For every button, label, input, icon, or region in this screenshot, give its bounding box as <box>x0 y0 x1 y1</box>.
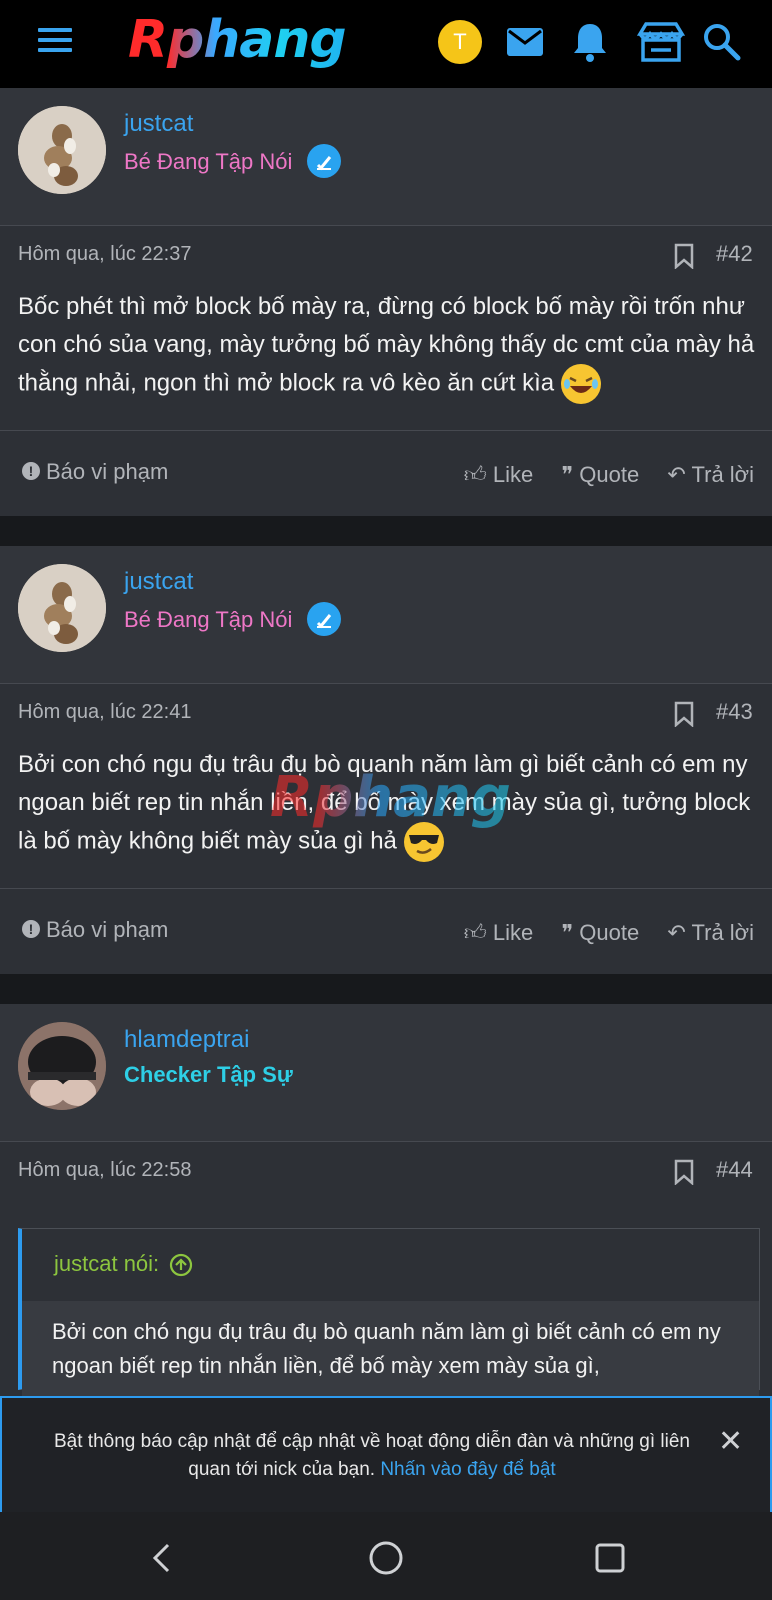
quote-body: Bởi con chó ngu đụ trâu đụ bò quanh năm … <box>22 1301 759 1401</box>
site-logo[interactable]: Rphang <box>128 10 347 70</box>
top-bar: Rphang T <box>0 0 772 88</box>
search-icon[interactable] <box>700 20 744 64</box>
like-button[interactable]: 👍︎ Like <box>464 462 533 487</box>
report-label: Báo vi phạm <box>46 917 169 942</box>
post-timestamp[interactable]: Hôm qua, lúc 22:41 <box>18 701 191 724</box>
user-title-text: Bé Đang Tập Nói <box>124 148 293 174</box>
username-link[interactable]: justcat <box>124 568 193 596</box>
post-card: justcat Bé Đang Tập Nói Hôm qua, lúc 22:… <box>0 546 772 974</box>
system-nav-bar <box>0 1512 772 1600</box>
avatar[interactable] <box>18 106 106 194</box>
user-title: Checker Tập Sự <box>124 1062 293 1087</box>
user-title-text: Bé Đang Tập Nói <box>124 606 293 632</box>
post-content: Bởi con chó ngu đụ trâu đụ bò quanh năm … <box>18 746 758 862</box>
store-icon[interactable] <box>636 20 686 64</box>
enable-notifications-link[interactable]: Nhấn vào đây để bật <box>380 1459 555 1480</box>
post-text: Bốc phét thì mở block bố mày ra, đừng có… <box>18 293 755 397</box>
menu-icon[interactable] <box>38 28 72 58</box>
post-author-row: hlamdeptrai Checker Tập Sự <box>0 1004 772 1142</box>
report-button[interactable]: ! Báo vi phạm <box>22 917 168 943</box>
reply-button[interactable]: ↶ Trả lời <box>667 920 754 945</box>
quote-label: Quote <box>579 462 640 487</box>
quote-icon: ❞ <box>561 462 574 487</box>
report-button[interactable]: ! Báo vi phạm <box>22 459 168 485</box>
post-content: Bốc phét thì mở block bố mày ra, đừng có… <box>18 288 758 404</box>
alert-icon: ! <box>22 462 40 481</box>
bookmark-icon[interactable] <box>673 1159 695 1185</box>
post-actions: 👍︎ Like ❞ Quote ↶ Trả lời <box>442 919 754 946</box>
report-label: Báo vi phạm <box>46 459 169 484</box>
close-icon[interactable]: ✕ <box>718 1424 743 1459</box>
reply-button[interactable]: ↶ Trả lời <box>667 462 754 487</box>
thumbs-up-icon: 👍︎ <box>463 462 487 487</box>
post-number[interactable]: #42 <box>716 241 753 267</box>
bell-icon[interactable] <box>568 20 612 64</box>
quote-button[interactable]: ❞ Quote <box>561 462 639 487</box>
post-actions: 👍︎ Like ❞ Quote ↶ Trả lời <box>442 461 754 488</box>
recents-icon[interactable] <box>594 1542 626 1574</box>
notice-message: Bật thông báo cập nhật để cập nhật về ho… <box>32 1428 712 1484</box>
reply-icon: ↶ <box>667 920 686 945</box>
post-author-row: justcat Bé Đang Tập Nói <box>0 546 772 684</box>
thumbs-up-icon: 👍︎ <box>463 920 487 945</box>
like-label: Like <box>492 462 534 487</box>
bookmark-icon[interactable] <box>673 701 695 727</box>
post-footer: ! Báo vi phạm 👍︎ Like ❞ Quote ↶ Trả lời <box>0 888 772 977</box>
quote-block: justcat nói: Bởi con chó ngu đụ trâu đụ … <box>18 1228 760 1401</box>
quote-author-text: justcat nói: <box>54 1251 160 1276</box>
post-number[interactable]: #43 <box>716 699 753 725</box>
quote-author[interactable]: justcat nói: <box>54 1251 193 1277</box>
quote-text: Bởi con chó ngu đụ trâu đụ bò quanh năm … <box>52 1319 721 1378</box>
back-icon[interactable] <box>150 1542 174 1574</box>
like-label: Like <box>492 920 534 945</box>
mail-icon[interactable] <box>503 20 547 64</box>
home-icon[interactable] <box>368 1540 404 1576</box>
reply-icon: ↶ <box>667 462 686 487</box>
user-title: Bé Đang Tập Nói <box>124 602 341 638</box>
laughing-emoji-icon <box>560 364 601 404</box>
bookmark-icon[interactable] <box>673 243 695 269</box>
username-link[interactable]: hlamdeptrai <box>124 1026 249 1054</box>
push-notice-banner: Bật thông báo cập nhật để cập nhật về ho… <box>0 1396 772 1514</box>
post-footer: ! Báo vi phạm 👍︎ Like ❞ Quote ↶ Trả lời <box>0 430 772 519</box>
verified-badge-icon <box>306 144 341 178</box>
quote-icon: ❞ <box>561 920 574 945</box>
post-timestamp[interactable]: Hôm qua, lúc 22:37 <box>18 243 191 266</box>
post-number[interactable]: #44 <box>716 1157 753 1183</box>
user-title: Bé Đang Tập Nói <box>124 144 341 180</box>
username-link[interactable]: justcat <box>124 110 193 138</box>
like-button[interactable]: 👍︎ Like <box>464 920 533 945</box>
notice-text: Bật thông báo cập nhật để cập nhật về ho… <box>54 1431 690 1480</box>
alert-icon: ! <box>22 920 40 939</box>
post-author-row: justcat Bé Đang Tập Nói <box>0 88 772 226</box>
reply-label: Trả lời <box>691 462 755 487</box>
reply-label: Trả lời <box>691 920 755 945</box>
avatar[interactable] <box>18 1022 106 1110</box>
post-timestamp[interactable]: Hôm qua, lúc 22:58 <box>18 1159 191 1182</box>
arrow-up-circle-icon[interactable] <box>169 1253 193 1277</box>
sunglasses-emoji-icon <box>403 822 444 862</box>
post-card: justcat Bé Đang Tập Nói Hôm qua, lúc 22:… <box>0 88 772 516</box>
quote-button[interactable]: ❞ Quote <box>561 920 639 945</box>
verified-badge-icon <box>306 602 341 636</box>
quote-label: Quote <box>579 920 640 945</box>
post-text: Bởi con chó ngu đụ trâu đụ bò quanh năm … <box>18 751 751 855</box>
avatar[interactable] <box>18 564 106 652</box>
user-avatar-button[interactable]: T <box>438 20 482 64</box>
